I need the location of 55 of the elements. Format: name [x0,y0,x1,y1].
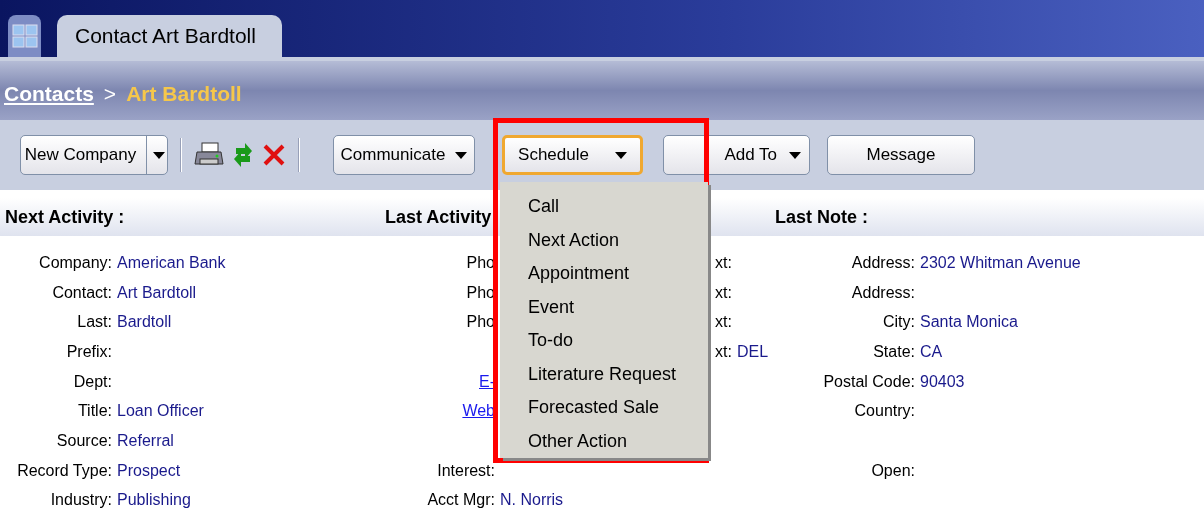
menu-item[interactable]: Other Action [528,424,708,458]
field-label: xt: [714,252,732,273]
menu-item[interactable]: Forecasted Sale [528,391,708,425]
menu-item[interactable]: Appointment [528,257,708,291]
field-label: Prefix: [65,341,112,362]
field-value: 90403 [919,371,966,392]
menu-item[interactable]: Event [528,290,708,324]
field-label: xt: [714,312,732,333]
field-value: Bardtoll [116,312,173,333]
section-heading: Next Activity : [5,205,125,229]
field-value: Publishing [116,490,192,511]
field-label: Country: [853,401,915,422]
breadcrumb-current: Art Bardtoll [126,80,242,107]
field-label: Industry: [49,490,112,511]
field-label: Last: [76,312,112,333]
field-label: Acct Mgr: [426,490,495,511]
field-label: Address: [850,282,915,303]
field-label: Open: [870,460,915,481]
field-value: CA [919,341,944,362]
field-label: Title: [76,401,112,422]
menu-item[interactable]: Next Action [528,223,708,257]
field-label: Address: [850,252,915,273]
menu-item[interactable]: To-do [528,324,708,358]
field-label: xt: [714,282,732,303]
link[interactable]: E- [479,372,495,390]
toolbar-button[interactable]: New Company [20,135,168,175]
field-value: Art Bardtoll [116,282,198,303]
field-value: DEL [736,341,770,362]
field-label: Interest: [436,460,495,481]
field-label: Record Type: [16,460,112,481]
field-value: American Bank [116,252,227,273]
field-value: 2302 Whitman Avenue [919,252,1082,273]
field-label: Company: [38,252,112,273]
tab[interactable]: Contact Art Bardtoll [57,15,282,57]
section-heading: Last Note : [775,205,868,229]
field-label: State: [872,341,915,362]
field-label: Contact: [51,282,112,303]
field-value: Santa Monica [919,312,1019,333]
breadcrumb-separator: > [103,80,117,107]
field-label: Source: [55,430,112,451]
menu-item[interactable]: Call [528,190,708,224]
field-value: Referral [116,430,175,451]
toolbar-button[interactable]: Add To [663,135,810,175]
field-label: xt: [714,341,732,362]
menu-item[interactable]: Literature Request [528,357,708,391]
toolbar-button[interactable]: Communicate [333,135,475,175]
field-label: City: [882,312,915,333]
field-label: Dept: [72,371,112,392]
toolbar-button[interactable]: Schedule [502,135,643,175]
section-heading: Last Activity [385,205,492,229]
toolbar-button[interactable]: Message [827,135,975,175]
field-value: N. Norris [499,490,565,511]
field-value: Prospect [116,460,182,481]
field-label: Postal Code: [822,371,915,392]
field-value: Loan Officer [116,401,205,422]
